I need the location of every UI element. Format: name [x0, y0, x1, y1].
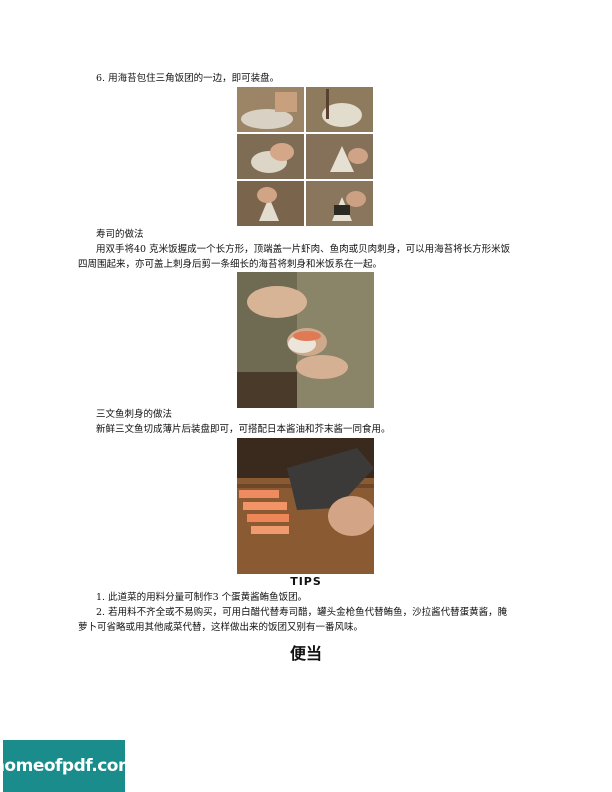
step-photo-5 [237, 181, 304, 226]
salmon-paragraph-line-1: 新鲜三文鱼切成薄片后装盘即可，可搭配日本酱油和芥末酱一同食用。 [96, 424, 391, 435]
tips-item-2-line-2: 萝卜可省略或用其他咸菜代替，这样做出来的饭团又别有一番风味。 [78, 622, 364, 633]
step-photo-4 [306, 134, 373, 179]
step-photo-3 [237, 134, 304, 179]
sushi-paragraph-line-1: 用双手将40 克米饭握成一个长方形，顶端盖一片虾肉、鱼肉或贝肉刺身，可以用海苔将… [96, 244, 511, 255]
sushi-paragraph-line-2: 四周围起来，亦可盖上刺身后剪一条细长的海苔将刺身和米饭系在一起。 [78, 259, 383, 270]
step-6-text: 6. 用海苔包住三角饭团的一边，即可装盘。 [96, 73, 280, 84]
tips-item-2-line-1: 2. 若用料不齐全或不易购买，可用白醋代替寿司醋，罐头金枪鱼代替鲔鱼，沙拉酱代替… [96, 607, 508, 618]
step-photo-1 [237, 87, 304, 132]
sushi-heading: 寿司的做法 [96, 229, 144, 240]
watermark-logo[interactable]: homeofpdf.com [0, 740, 136, 792]
sushi-photo [237, 272, 374, 408]
section-title: 便当 [289, 644, 322, 663]
salmon-heading: 三文鱼刺身的做法 [96, 409, 173, 420]
salmon-photo [237, 438, 374, 574]
step-photo-6 [306, 181, 373, 226]
tips-item-1: 1. 此道菜的用料分量可制作3 个蛋黄酱鲔鱼饭团。 [96, 592, 308, 603]
step-photo-2 [306, 87, 373, 132]
watermark-text: homeofpdf.com [0, 756, 136, 776]
tips-title: TIPS [290, 575, 322, 588]
